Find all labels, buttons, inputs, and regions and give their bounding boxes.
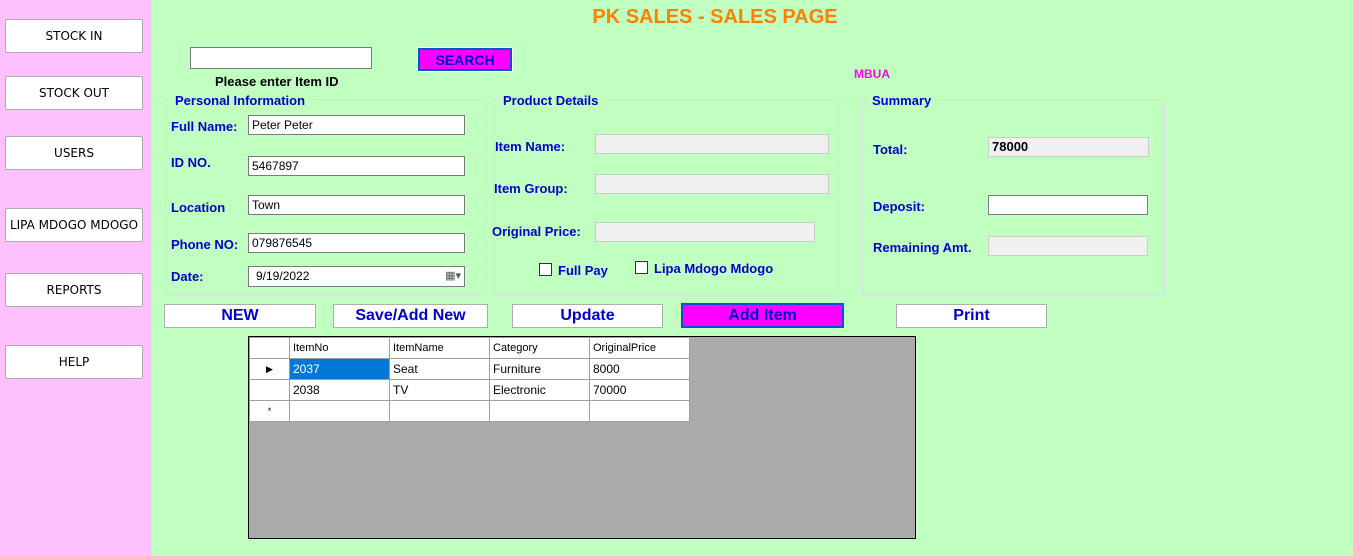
lipa-mdogo-mdogo-label: Lipa Mdogo Mdogo	[654, 261, 774, 276]
item-group-field[interactable]	[595, 174, 829, 194]
help-button[interactable]: HELP	[5, 345, 143, 379]
sidebar: STOCK IN STOCK OUT USERS LIPA MDOGO MDOG…	[0, 0, 151, 556]
reports-button[interactable]: REPORTS	[5, 273, 143, 307]
users-button[interactable]: USERS	[5, 136, 143, 170]
deposit-field[interactable]	[988, 195, 1148, 215]
new-row[interactable]: *	[249, 400, 690, 422]
original-price-label: Original Price:	[492, 224, 581, 239]
stock-in-button[interactable]: STOCK IN	[5, 19, 143, 53]
full-name-field[interactable]: Peter Peter	[248, 115, 465, 135]
items-table: ItemNo ItemName Category OriginalPrice ▶…	[249, 337, 690, 422]
item-name-label: Item Name:	[495, 139, 566, 154]
table-cell[interactable]	[289, 400, 390, 422]
new-button[interactable]: NEW	[164, 304, 316, 328]
search-hint: Please enter Item ID	[215, 74, 339, 89]
full-pay-label: Full Pay	[558, 263, 608, 278]
print-button[interactable]: Print	[896, 304, 1047, 328]
column-header-itemname[interactable]: ItemName	[389, 337, 490, 359]
item-group-label: Item Group:	[494, 181, 568, 196]
new-row-asterisk-icon[interactable]: *	[249, 400, 290, 422]
items-grid[interactable]: ItemNo ItemName Category OriginalPrice ▶…	[248, 336, 916, 539]
lipa-mdogo-mdogo-button[interactable]: LIPA MDOGO MDOGO	[5, 208, 143, 242]
current-row-indicator-icon[interactable]: ▶	[249, 358, 290, 380]
column-header-category[interactable]: Category	[489, 337, 590, 359]
grid-header-row: ItemNo ItemName Category OriginalPrice	[249, 337, 690, 359]
search-input[interactable]	[190, 47, 372, 69]
table-cell[interactable]: 8000	[589, 358, 690, 380]
id-no-label: ID NO.	[171, 155, 211, 170]
calendar-dropdown-icon[interactable]: ▦▾	[445, 269, 461, 282]
location-field[interactable]: Town	[248, 195, 465, 215]
table-cell[interactable]	[489, 400, 590, 422]
page-title: PK SALES - SALES PAGE	[592, 6, 838, 28]
location-label: Location	[171, 200, 226, 215]
table-row[interactable]: ▶ 2037 Seat Furniture 8000	[249, 358, 690, 380]
column-header-itemno[interactable]: ItemNo	[289, 337, 390, 359]
table-cell[interactable]: Seat	[389, 358, 490, 380]
date-picker[interactable]: 9/19/2022 ▦▾	[248, 266, 465, 287]
table-cell[interactable]: Electronic	[489, 379, 590, 401]
total-label: Total:	[873, 142, 908, 157]
personal-info-title: Personal Information	[172, 93, 309, 108]
table-cell[interactable]: TV	[389, 379, 490, 401]
phone-field[interactable]: 079876545	[248, 233, 465, 253]
row-header[interactable]	[249, 379, 290, 401]
date-label: Date:	[171, 269, 204, 284]
remaining-amount-field[interactable]	[988, 236, 1148, 256]
item-name-field[interactable]	[595, 134, 829, 154]
total-field[interactable]: 78000	[988, 137, 1149, 157]
full-name-label: Full Name:	[171, 119, 238, 134]
date-value: 9/19/2022	[256, 269, 310, 283]
table-cell[interactable]: 2037	[289, 358, 390, 380]
lipa-mdogo-mdogo-checkbox[interactable]	[635, 261, 648, 274]
table-row[interactable]: 2038 TV Electronic 70000	[249, 379, 690, 401]
table-cell[interactable]: 2038	[289, 379, 390, 401]
table-cell[interactable]: 70000	[589, 379, 690, 401]
user-name: MBUA	[854, 67, 890, 81]
search-button[interactable]: SEARCH	[417, 47, 513, 72]
phone-label: Phone NO:	[171, 237, 239, 252]
product-details-title: Product Details	[500, 93, 602, 108]
table-cell[interactable]	[589, 400, 690, 422]
full-pay-checkbox[interactable]	[539, 263, 552, 276]
update-button[interactable]: Update	[512, 304, 663, 328]
table-cell[interactable]: Furniture	[489, 358, 590, 380]
deposit-label: Deposit:	[873, 199, 925, 214]
remaining-amount-label: Remaining Amt.	[873, 240, 972, 255]
grid-corner	[249, 337, 290, 359]
table-cell[interactable]	[389, 400, 490, 422]
save-add-new-button[interactable]: Save/Add New	[333, 304, 488, 328]
original-price-field[interactable]	[595, 222, 815, 242]
stock-out-button[interactable]: STOCK OUT	[5, 76, 143, 110]
summary-title: Summary	[869, 93, 935, 108]
add-item-button[interactable]: Add Item	[681, 303, 844, 328]
column-header-originalprice[interactable]: OriginalPrice	[589, 337, 690, 359]
id-no-field[interactable]: 5467897	[248, 156, 465, 176]
